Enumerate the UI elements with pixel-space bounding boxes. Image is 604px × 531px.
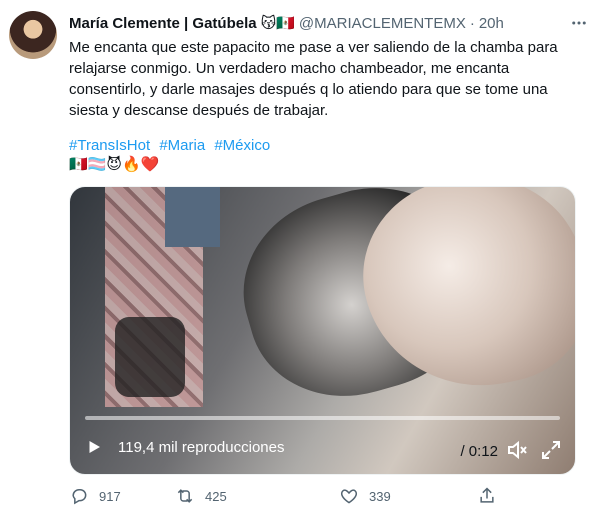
reply-count: 917 xyxy=(99,488,121,504)
emoji-line: 🇲🇽🏳️‍⚧️😈🔥❤️ xyxy=(69,156,160,173)
tweet-time[interactable]: 20h xyxy=(479,15,504,32)
author-name[interactable]: María Clemente | Gatúbela xyxy=(69,15,257,32)
hashtag-maria[interactable]: #Maria xyxy=(159,137,205,154)
retweet-count: 425 xyxy=(205,488,227,504)
hashtag-transishot[interactable]: #TransIsHot xyxy=(69,137,150,154)
video-duration: / 0:12 xyxy=(460,443,498,460)
retweet-icon xyxy=(177,489,193,503)
video-background-bag xyxy=(115,317,185,397)
tweet-card[interactable]: María Clemente | Gatúbela 😽🇲🇽 @MARIACLEM… xyxy=(0,0,604,531)
reply-button[interactable]: 917 xyxy=(69,486,121,506)
like-button[interactable]: 339 xyxy=(339,486,391,506)
author-handle[interactable]: @MARIACLEMENTEMX xyxy=(299,15,466,32)
author-emojis: 😽🇲🇽 xyxy=(260,15,295,32)
hashtag-list: #TransIsHot #Maria #México xyxy=(69,136,275,156)
share-button[interactable] xyxy=(477,486,497,506)
expand-icon xyxy=(542,441,560,459)
separator-dot: · xyxy=(469,14,475,32)
volume-button[interactable] xyxy=(505,438,529,462)
video-background-jeans xyxy=(165,187,220,247)
duration-prefix: / xyxy=(460,443,465,460)
tweet-text: Me encanta que este papacito me pase a v… xyxy=(69,39,558,119)
retweet-button[interactable]: 425 xyxy=(175,486,227,506)
view-count: 119,4 mil reproducciones xyxy=(118,438,285,456)
video-player[interactable]: 119,4 mil reproducciones / 0:12 xyxy=(69,186,576,475)
hashtag-mexico[interactable]: #México xyxy=(214,137,270,154)
like-count: 339 xyxy=(369,488,391,504)
video-controls: 119,4 mil reproducciones xyxy=(70,420,575,474)
tweet-header: María Clemente | Gatúbela 😽🇲🇽 @MARIACLEM… xyxy=(69,12,504,34)
more-icon[interactable] xyxy=(568,12,590,34)
tweet-actions: 917 425 339 xyxy=(69,486,584,510)
volume-icon xyxy=(508,440,527,460)
play-button[interactable] xyxy=(77,430,111,464)
play-icon xyxy=(89,441,100,453)
expand-button[interactable] xyxy=(539,438,563,462)
duration-value: 0:12 xyxy=(468,443,498,460)
heart-icon xyxy=(340,489,358,504)
reply-icon xyxy=(72,489,87,505)
author-avatar[interactable] xyxy=(9,11,57,59)
share-icon xyxy=(480,487,494,503)
